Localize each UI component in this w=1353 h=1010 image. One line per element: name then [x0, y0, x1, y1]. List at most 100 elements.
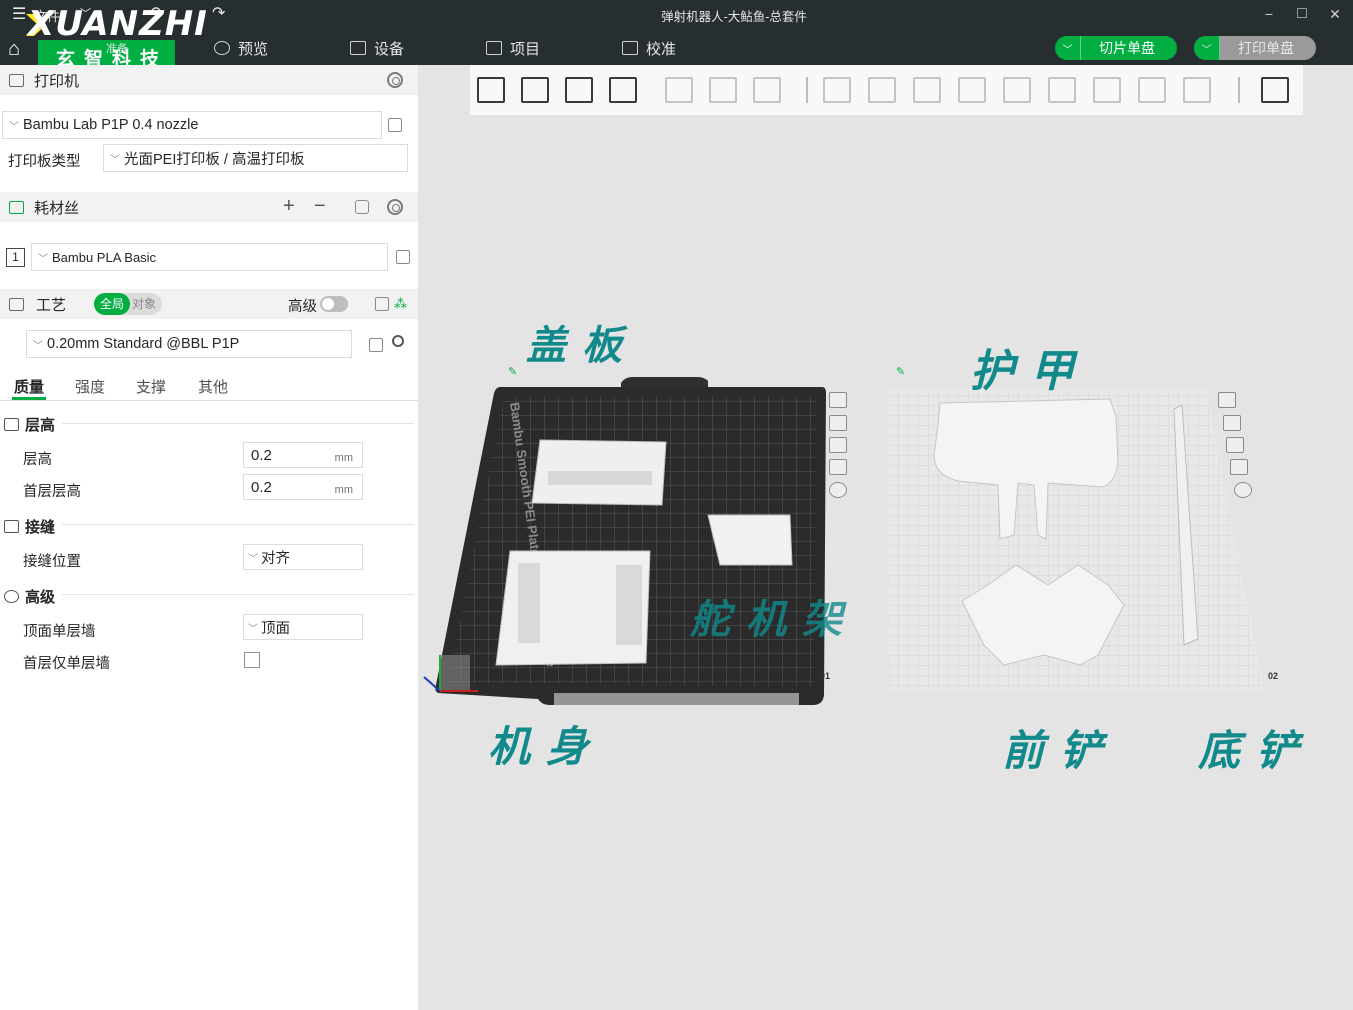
first-layer-height-label: 首层层高	[23, 484, 81, 500]
tab-calibration-label: 校准	[646, 40, 677, 58]
tab-quality[interactable]: 质量	[14, 376, 44, 397]
pencil-icon[interactable]: ✎	[508, 365, 517, 378]
save-icon[interactable]	[369, 338, 383, 352]
close-button[interactable]: ✕	[1320, 4, 1350, 24]
advanced-switch[interactable]	[320, 296, 348, 312]
printer-section-title: 打印机	[34, 72, 80, 90]
tab-preview-label: 预览	[238, 40, 269, 58]
top-single-wall-label: 顶面单层墙	[23, 624, 96, 640]
advanced-group-label: 高级	[25, 589, 56, 606]
filament-section-header: 耗材丝 + −	[0, 192, 418, 222]
print-plate-label: 打印单盘	[1238, 40, 1294, 56]
annotation-bottom-shovel: 底铲	[1198, 726, 1315, 775]
project-icon	[486, 41, 502, 55]
tab-device[interactable]: 设备	[350, 38, 404, 58]
seam-group-label: 接缝	[25, 519, 56, 536]
add-filament-button[interactable]: +	[283, 195, 295, 218]
process-layers-icon	[9, 297, 24, 311]
group-divider	[62, 594, 414, 595]
lock-plate-icon[interactable]	[829, 459, 847, 475]
chevron-down-icon: ﹀	[38, 253, 48, 265]
first-layer-height-value: 0.2	[251, 478, 272, 496]
filament-slot-number-label: 1	[12, 250, 19, 264]
global-object-toggle[interactable]: 全局 对象	[94, 293, 162, 315]
arrange-plate-icon[interactable]	[829, 437, 847, 453]
plate-1-grid-corner	[440, 655, 470, 691]
seam-position-select[interactable]: ﹀ 对齐	[243, 544, 363, 570]
orient-plate-icon[interactable]	[1223, 415, 1241, 431]
tab-preview[interactable]: 预览	[214, 38, 268, 58]
process-section-header: 工艺 全局 对象 高级 ⁂	[0, 289, 418, 319]
tab-strength[interactable]: 强度	[75, 376, 105, 397]
orient-plate-icon[interactable]	[829, 415, 847, 431]
plate-2[interactable]	[888, 389, 1264, 691]
device-icon	[350, 41, 366, 55]
filament-icon	[9, 200, 24, 214]
advanced-switch-knob	[322, 298, 334, 310]
logo-wordmark: XUANZHI	[28, 4, 208, 44]
chevron-down-icon[interactable]: ﹀	[1055, 36, 1081, 60]
search-icon[interactable]	[392, 335, 404, 347]
tab-project[interactable]: 项目	[486, 38, 540, 58]
layer-height-input[interactable]: 0.2 mm	[243, 442, 363, 468]
slice-plate-button[interactable]: ﹀ 切片单盘	[1055, 36, 1177, 60]
maximize-button[interactable]: □	[1287, 4, 1317, 24]
delete-plate-icon[interactable]	[829, 392, 847, 408]
printer-select[interactable]: ﹀ Bambu Lab P1P 0.4 nozzle	[2, 111, 382, 139]
first-layer-height-input[interactable]: 0.2 mm	[243, 474, 363, 500]
plate-type-select[interactable]: ﹀ 光面PEI打印板 / 高温打印板	[103, 144, 408, 172]
sync-filament-icon[interactable]	[355, 200, 369, 214]
plate-2-number: 02	[1268, 671, 1279, 681]
gear-icon[interactable]	[387, 72, 403, 88]
chevron-down-icon: ﹀	[9, 121, 19, 133]
calibration-icon	[622, 41, 638, 55]
annotation-front-shovel: 前铲	[1002, 726, 1119, 775]
minimize-button[interactable]: −	[1254, 4, 1284, 24]
filament-section-title: 耗材丝	[34, 199, 80, 217]
filament-select[interactable]: ﹀ Bambu PLA Basic	[31, 243, 388, 271]
plate-type-label: 打印板类型	[8, 154, 81, 170]
compare-icon[interactable]: ⁂	[394, 296, 407, 312]
process-preset-select[interactable]: ﹀ 0.20mm Standard @BBL P1P	[26, 330, 352, 358]
remove-filament-button[interactable]: −	[314, 195, 326, 218]
filament-slot-number[interactable]: 1	[6, 248, 25, 267]
list-view-icon[interactable]	[375, 297, 389, 311]
layer-height-value: 0.2	[251, 446, 272, 464]
edit-icon[interactable]	[396, 250, 410, 264]
tab-calibration[interactable]: 校准	[622, 38, 676, 58]
tab-project-label: 项目	[510, 40, 541, 58]
annotation-body: 机身	[488, 722, 605, 771]
layer-height-group-title: 层高	[4, 414, 55, 435]
arrange-plate-icon[interactable]	[1226, 437, 1244, 453]
chevron-down-icon: ﹀	[110, 154, 120, 166]
layer-height-label: 层高	[23, 452, 52, 468]
chevron-down-icon[interactable]: ﹀	[1194, 36, 1220, 60]
tab-divider	[0, 400, 418, 401]
lock-plate-icon[interactable]	[1230, 459, 1248, 475]
plate-1-number: 01	[820, 671, 831, 681]
advanced-gear-icon	[4, 590, 19, 603]
edit-icon[interactable]	[388, 118, 402, 132]
filament-material: Bambu PLA Basic	[52, 249, 157, 265]
home-icon[interactable]: ⌂	[8, 38, 20, 61]
tab-support[interactable]: 支撑	[136, 376, 166, 397]
pencil-icon[interactable]: ✎	[896, 365, 905, 378]
tab-others[interactable]: 其他	[198, 376, 228, 397]
first-layer-height-unit: mm	[334, 484, 353, 496]
plate-settings-icon[interactable]	[1234, 482, 1252, 498]
print-plate-button[interactable]: ﹀ 打印单盘	[1194, 36, 1316, 60]
group-divider	[62, 423, 414, 424]
plate-settings-icon[interactable]	[829, 482, 847, 498]
gear-icon[interactable]	[387, 199, 403, 215]
toggle-global[interactable]: 全局	[94, 293, 130, 315]
toggle-object[interactable]: 对象	[132, 293, 156, 315]
top-single-wall-select[interactable]: ﹀ 顶面	[243, 614, 363, 640]
first-layer-single-wall-checkbox[interactable]	[244, 652, 260, 668]
printer-name: Bambu Lab P1P 0.4 nozzle	[23, 117, 199, 133]
plate-1[interactable]: Bambu Smooth PEI Plate / High Temp Plate	[423, 377, 826, 705]
first-layer-single-wall-label: 首层仅单层墙	[23, 656, 110, 672]
3d-viewport[interactable]: Bambu Smooth PEI Plate / High Temp Plate…	[418, 65, 1353, 1010]
delete-plate-icon[interactable]	[1218, 392, 1236, 408]
layers-icon	[214, 41, 230, 55]
chevron-down-icon: ﹀	[248, 623, 258, 635]
